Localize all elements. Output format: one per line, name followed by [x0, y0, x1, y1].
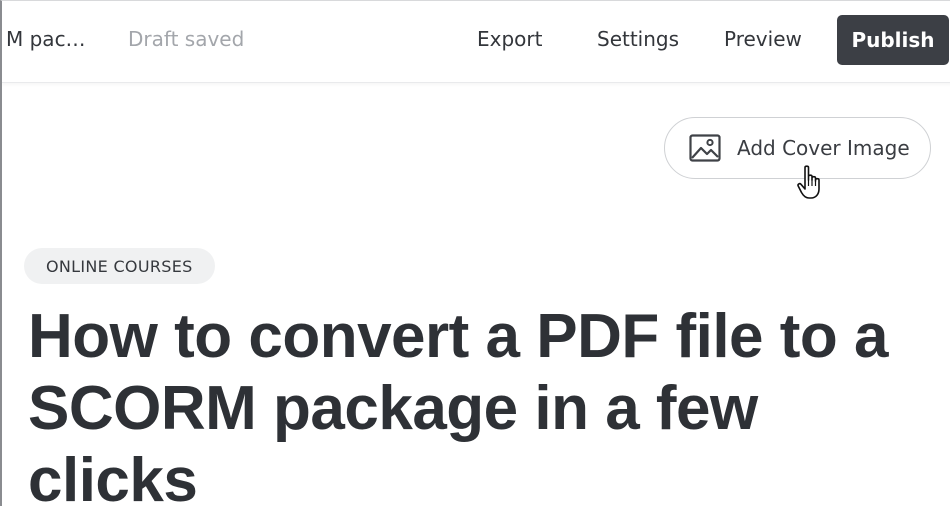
editor-window: M pac… Draft saved Export Settings Previ…	[0, 0, 950, 506]
document-title[interactable]: M pac…	[6, 27, 86, 51]
article-headline[interactable]: How to convert a PDF file to a SCORM pac…	[28, 301, 908, 506]
image-icon	[689, 134, 721, 162]
top-toolbar: M pac… Draft saved Export Settings Previ…	[2, 1, 950, 83]
publish-button-label: Publish	[851, 28, 935, 52]
export-button[interactable]: Export	[477, 27, 542, 51]
publish-button[interactable]: Publish	[837, 15, 949, 65]
hand-cursor-icon	[796, 164, 826, 202]
add-cover-image-label: Add Cover Image	[737, 136, 910, 160]
preview-button[interactable]: Preview	[724, 27, 802, 51]
settings-button[interactable]: Settings	[597, 27, 679, 51]
draft-status: Draft saved	[128, 27, 245, 51]
category-chip[interactable]: ONLINE COURSES	[24, 248, 215, 284]
